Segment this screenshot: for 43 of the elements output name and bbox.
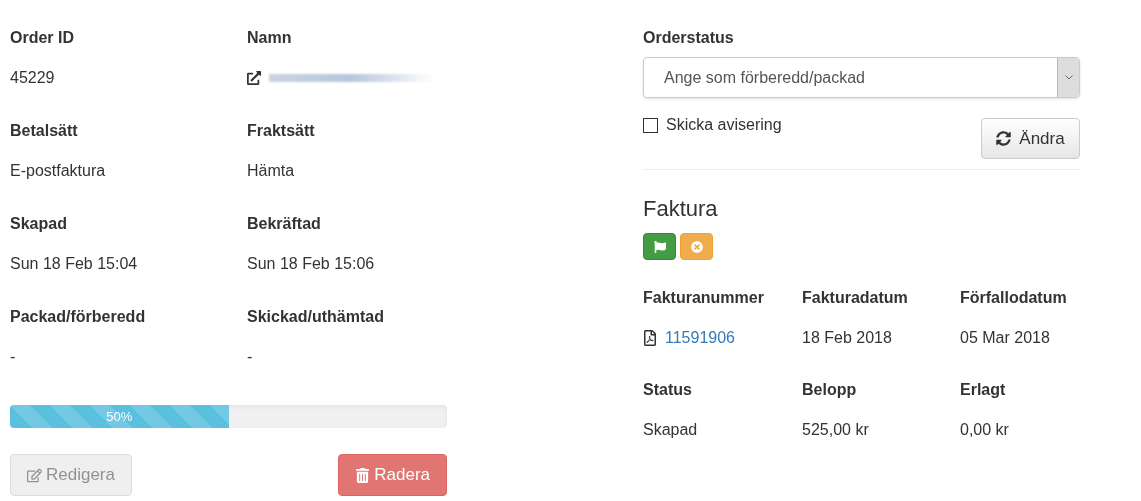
external-link-icon[interactable] [247, 71, 261, 85]
trash-icon [355, 467, 371, 483]
field-label: Order ID [10, 28, 75, 48]
field-label: Bekräftad [247, 214, 322, 234]
field-label: Förfallodatum [960, 288, 1068, 308]
field-label: Packad/förberedd [10, 307, 147, 327]
change-button[interactable]: Ändra [981, 118, 1080, 159]
invoice-heading: Faktura [643, 195, 719, 223]
field-label: Erlagt [960, 380, 1007, 400]
field-value: 45229 [10, 68, 55, 88]
field-value: Hämta [247, 161, 295, 181]
field-value: 18 Feb 2018 [802, 328, 892, 348]
edit-icon [27, 467, 42, 483]
field-label: Namn [247, 28, 293, 48]
chevron-down-icon [1064, 75, 1073, 80]
field-label: Skickad/uthämtad [247, 307, 385, 327]
field-value: - [247, 347, 253, 367]
flag-icon [653, 240, 666, 253]
refresh-icon [996, 131, 1012, 146]
field-value: 05 Mar 2018 [960, 328, 1050, 348]
field-value: 525,00 kr [802, 420, 869, 440]
flag-button[interactable] [643, 233, 676, 260]
close-icon [690, 240, 703, 253]
checkbox[interactable] [643, 117, 658, 133]
field-label: Orderstatus [643, 28, 735, 48]
checkbox-label: Skicka avisering [666, 115, 782, 135]
field-label: Fakturanummer [643, 288, 765, 308]
field-value: - [10, 347, 16, 367]
field-label: Fakturadatum [802, 288, 909, 308]
field-label: Skapad [10, 214, 68, 234]
field-value: 0,00 kr [960, 420, 1009, 440]
field-label: Status [643, 380, 693, 400]
field-value: E-postfaktura [10, 161, 106, 181]
field-value: Sun 18 Feb 15:06 [247, 254, 375, 274]
pdf-file-icon [643, 330, 657, 346]
field-label: Belopp [802, 380, 858, 400]
field-label: Fraktsätt [247, 121, 316, 141]
progress-reading: 50% [106, 407, 133, 426]
field-value: Sun 18 Feb 15:04 [10, 254, 138, 274]
field-label: Betalsätt [10, 121, 79, 141]
order-status-select[interactable]: Ange som förberedd/packad [643, 57, 1080, 98]
invoice-number-link[interactable]: 11591906 [665, 326, 735, 350]
field-value: Skapad [643, 420, 698, 440]
